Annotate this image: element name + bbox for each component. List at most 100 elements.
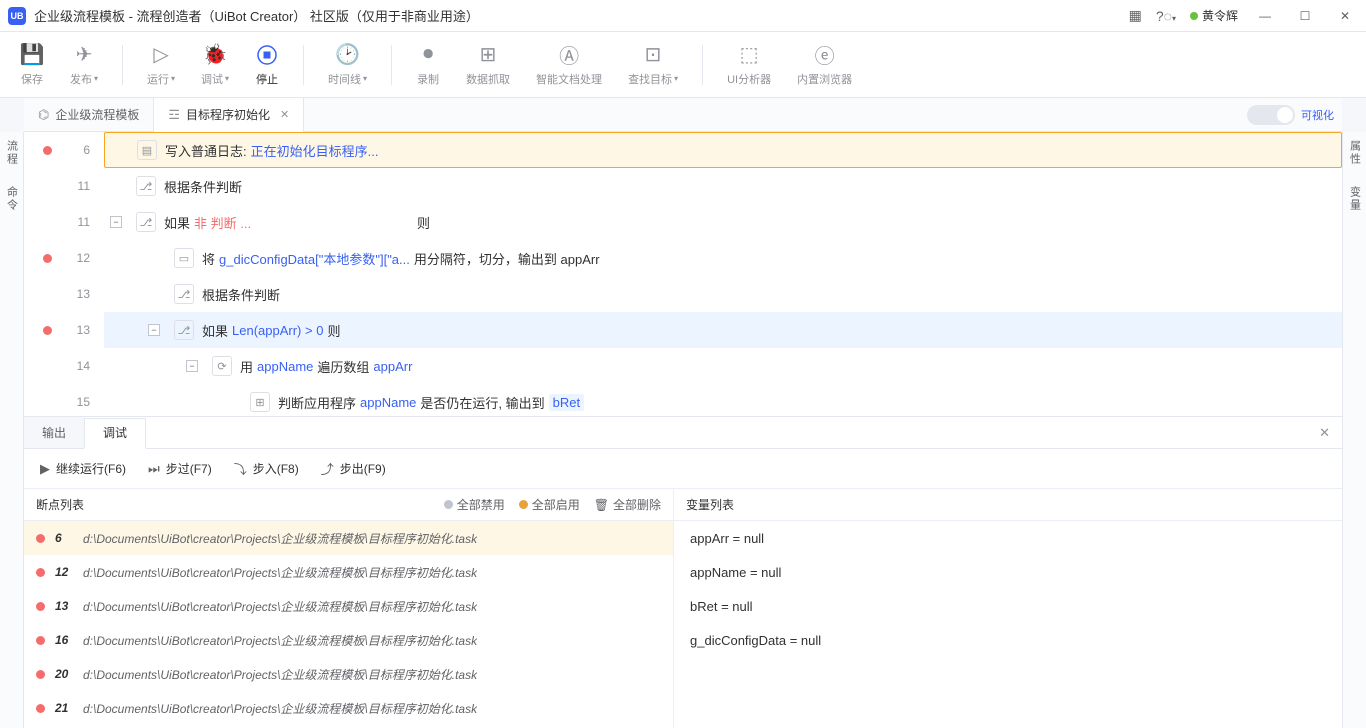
breakpoint-path: d:\Documents\UiBot\creator\Projects\企业级流… [83, 666, 477, 683]
delete-all-button[interactable]: 🗑全部删除 [594, 496, 661, 513]
code-row[interactable]: 13−⎇如果 Len(appArr) > 0 则 [24, 312, 1342, 348]
breakpoint-dot[interactable] [43, 254, 52, 263]
bottom-panel: 输出 调试 ✕ ▶继续运行(F6) ⏭步过(F7) ⤵步入(F8) ⤴步出(F9… [24, 416, 1342, 728]
capture-button[interactable]: ⊞数据抓取 [458, 39, 518, 91]
help-icon[interactable]: ?◌▾ [1156, 8, 1176, 24]
breakpoint-panel: 断点列表 全部禁用 全部启用 🗑全部删除 6d:\Documents\UiBot… [24, 489, 674, 728]
app-logo: UB [8, 7, 26, 25]
breakpoint-item[interactable]: 20 d:\Documents\UiBot\creator\Projects\企业… [24, 657, 673, 691]
editor-tabs: ⌬企业级流程模板 ☲目标程序初始化✕ 可视化 [24, 98, 1342, 132]
breakpoint-dot[interactable] [43, 398, 52, 407]
breakpoint-path: d:\Documents\UiBot\creator\Projects\企业级流… [83, 700, 477, 717]
variable-header: 变量列表 [686, 496, 734, 513]
breakpoint-item[interactable]: 6d:\Documents\UiBot\creator\Projects\企业级… [24, 521, 673, 555]
breakpoint-dot[interactable] [43, 218, 52, 227]
line-number: 11 [70, 179, 90, 193]
breakpoint-line: 12 [55, 565, 73, 579]
command-text: 如果 非 判断 ... [164, 213, 251, 232]
breakpoint-dot[interactable] [43, 182, 52, 191]
code-row[interactable]: 15⊞判断应用程序 appName 是否仍在运行, 输出到 bRet [24, 384, 1342, 416]
tab-output[interactable]: 输出 [24, 417, 84, 448]
line-number: 15 [70, 395, 90, 409]
breakpoint-dot[interactable] [43, 146, 52, 155]
breakpoint-item[interactable]: 16d:\Documents\UiBot\creator\Projects\企业… [24, 623, 673, 657]
breakpoint-indicator [36, 534, 45, 543]
stepin-button[interactable]: ⤵步入(F8) [234, 459, 299, 478]
variable-item[interactable]: appArr = null [674, 521, 1342, 555]
variable-item[interactable]: g_dicConfigData = null [674, 623, 1342, 657]
code-row[interactable]: 12▭将 g_dicConfigData["本地参数"]["a... 用分隔符，… [24, 240, 1342, 276]
panel-close-icon[interactable]: ✕ [1307, 425, 1342, 441]
tab-project[interactable]: ⌬企业级流程模板 [24, 98, 154, 132]
left-rail: 流程 命令 [0, 132, 24, 728]
fold-toggle[interactable]: − [110, 216, 122, 228]
code-row[interactable]: 11−⎇如果 非 判断 ...则 [24, 204, 1342, 240]
publish-button[interactable]: ✈发布▾ [62, 39, 106, 91]
command-text: 将 g_dicConfigData["本地参数"]["a... 用分隔符，切分，… [202, 249, 600, 268]
ui-analyzer-button[interactable]: ⬚UI分析器 [719, 39, 779, 91]
breakpoint-item[interactable]: 13d:\Documents\UiBot\creator\Projects\企业… [24, 589, 673, 623]
tab-init-target[interactable]: ☲目标程序初始化✕ [154, 98, 304, 132]
stop-button[interactable]: 停止 [247, 39, 287, 91]
titlebar: UB 企业级流程模板 - 流程创造者（UiBot Creator） 社区版（仅用… [0, 0, 1366, 32]
tab-debug[interactable]: 调试 [84, 418, 146, 449]
save-button[interactable]: 💾保存 [12, 39, 52, 91]
browser-button[interactable]: ⓔ内置浏览器 [789, 39, 860, 91]
breakpoint-dot[interactable] [43, 290, 52, 299]
rail-variables[interactable]: 变量 [1347, 186, 1363, 212]
breakpoint-dot[interactable] [43, 362, 52, 371]
line-number: 11 [70, 215, 90, 229]
task-icon: ☲ [168, 107, 180, 123]
rail-command[interactable]: 命令 [4, 186, 20, 212]
code-editor: 6▤写入普通日志: 正在初始化目标程序...11⎇根据条件判断11−⎇如果 非 … [24, 132, 1342, 416]
code-row[interactable]: 14−⟳用 appName 遍历数组 appArr [24, 348, 1342, 384]
right-rail: 属性 变量 [1342, 132, 1366, 728]
code-row[interactable]: 13⎇根据条件判断 [24, 276, 1342, 312]
breakpoint-item[interactable]: 12 d:\Documents\UiBot\creator\Projects\企业… [24, 555, 673, 589]
rail-attributes[interactable]: 属性 [1347, 140, 1363, 166]
breakpoint-line: 20 [55, 667, 73, 681]
minimize-button[interactable]: — [1252, 9, 1278, 23]
breakpoint-line: 13 [55, 599, 73, 613]
variable-item[interactable]: appName = null [674, 555, 1342, 589]
enable-all-button[interactable]: 全部启用 [519, 496, 580, 513]
visualize-toggle[interactable]: 可视化 [1247, 105, 1334, 125]
line-number: 6 [70, 143, 90, 157]
command-text: 判断应用程序 appName 是否仍在运行, 输出到 bRet [278, 393, 584, 412]
continue-button[interactable]: ▶继续运行(F6) [40, 460, 126, 477]
breakpoint-indicator [36, 704, 45, 713]
maximize-button[interactable]: ☐ [1292, 9, 1318, 23]
bottom-tabs: 输出 调试 ✕ [24, 417, 1342, 449]
disable-all-button[interactable]: 全部禁用 [444, 496, 505, 513]
fold-toggle[interactable]: − [186, 360, 198, 372]
run-button[interactable]: ▷运行▾ [139, 39, 183, 91]
command-text: 根据条件判断 [202, 285, 280, 304]
breakpoint-item[interactable]: 21d:\Documents\UiBot\creator\Projects\企业… [24, 691, 673, 725]
toggle-switch[interactable] [1247, 105, 1295, 125]
stepout-button[interactable]: ⤴步出(F9) [321, 459, 386, 478]
command-icon: ⎇ [136, 176, 156, 196]
breakpoint-dot[interactable] [43, 326, 52, 335]
flow-icon: ⌬ [38, 107, 49, 123]
apps-icon[interactable]: ▦ [1129, 7, 1142, 24]
breakpoint-indicator [36, 636, 45, 645]
find-target-button[interactable]: ⊡查找目标▾ [620, 39, 686, 91]
rail-process[interactable]: 流程 [4, 140, 20, 166]
doc-button[interactable]: Ⓐ智能文档处理 [528, 39, 610, 91]
toolbar: 💾保存 ✈发布▾ ▷运行▾ 🐞调试▾ 停止 🕑时间线▾ ⏺录制 ⊞数据抓取 Ⓐ智… [0, 32, 1366, 98]
command-icon: ⎇ [174, 284, 194, 304]
command-icon: ▤ [137, 140, 157, 160]
code-row[interactable]: 6▤写入普通日志: 正在初始化目标程序... [24, 132, 1342, 168]
user-menu[interactable]: 黄令辉 [1190, 7, 1238, 24]
fold-toggle[interactable]: − [148, 324, 160, 336]
stepover-button[interactable]: ⏭步过(F7) [148, 460, 212, 477]
close-icon[interactable]: ✕ [280, 108, 289, 121]
stepover-icon: ⏭ [148, 461, 160, 477]
debug-button[interactable]: 🐞调试▾ [193, 39, 237, 91]
breakpoint-path: d:\Documents\UiBot\creator\Projects\企业级流… [83, 564, 477, 581]
code-row[interactable]: 11⎇根据条件判断 [24, 168, 1342, 204]
close-button[interactable]: ✕ [1332, 9, 1358, 23]
variable-item[interactable]: bRet = null [674, 589, 1342, 623]
timeline-button[interactable]: 🕑时间线▾ [320, 39, 375, 91]
record-button[interactable]: ⏺录制 [408, 39, 448, 91]
